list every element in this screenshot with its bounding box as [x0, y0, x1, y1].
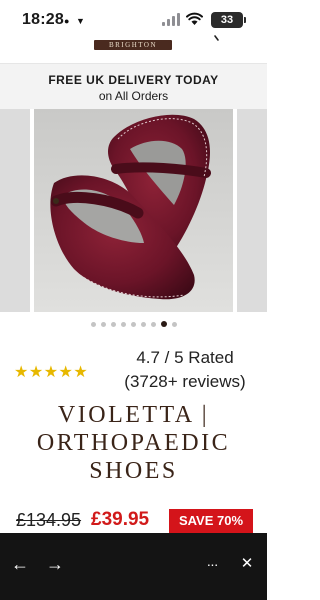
carousel-dot-active[interactable]: [160, 321, 167, 327]
carousel-dot[interactable]: [110, 322, 116, 327]
save-badge: SAVE 70%: [169, 509, 253, 533]
status-time: 18:28: [22, 11, 64, 28]
carousel-dots[interactable]: [0, 321, 267, 329]
promo-title: FREE UK DELIVERY TODAY: [48, 73, 219, 87]
more-options-icon[interactable]: ···: [201, 553, 223, 575]
carousel-dot[interactable]: [140, 322, 146, 327]
back-arrow-icon[interactable]: ←: [9, 553, 31, 575]
carousel-dot[interactable]: [130, 322, 136, 327]
product-gallery[interactable]: [0, 109, 267, 312]
product-title-line-3: SHOES: [89, 458, 178, 484]
cellular-signal-icon: [162, 13, 180, 26]
product-image-shoes: [34, 109, 233, 312]
original-price: £134.95: [16, 510, 82, 530]
promo-bar: FREE UK DELIVERY TODAY on All Orders: [0, 64, 267, 109]
product-title-line-1: VIOLETTA |: [57, 402, 210, 428]
search-icon[interactable]: [207, 34, 221, 48]
gallery-slide-next[interactable]: [237, 109, 267, 312]
carousel-dot[interactable]: [100, 322, 106, 327]
close-icon[interactable]: ✕: [236, 553, 258, 575]
carousel-dot[interactable]: [171, 322, 177, 327]
promo-subtitle: on All Orders: [98, 89, 169, 103]
carousel-dot[interactable]: [150, 322, 156, 327]
battery-icon: 33: [211, 12, 243, 28]
carousel-dot[interactable]: [120, 322, 126, 327]
review-count[interactable]: (3728+ reviews): [110, 372, 260, 392]
sale-price: £39.95: [91, 509, 150, 530]
location-icon: ●: [64, 16, 70, 26]
rating-score: 4.7 / 5 Rated: [136, 348, 234, 367]
site-header: BRIGHTON: [0, 32, 267, 64]
gallery-slide-current[interactable]: [34, 109, 233, 312]
product-title-line-2: ORTHOPAEDIC: [36, 430, 231, 456]
wifi-icon: [186, 12, 203, 25]
forward-arrow-icon[interactable]: →: [44, 553, 66, 575]
brand-logo[interactable]: BRIGHTON: [94, 40, 172, 50]
rating-stars: ★★★★★: [14, 364, 89, 381]
carousel-dot[interactable]: [90, 322, 96, 327]
battery-tip: [244, 17, 246, 23]
shield-icon: ▼: [76, 16, 85, 26]
browser-toolbar: ← → ··· ✕: [0, 533, 267, 600]
gallery-slide-previous[interactable]: [0, 109, 30, 312]
